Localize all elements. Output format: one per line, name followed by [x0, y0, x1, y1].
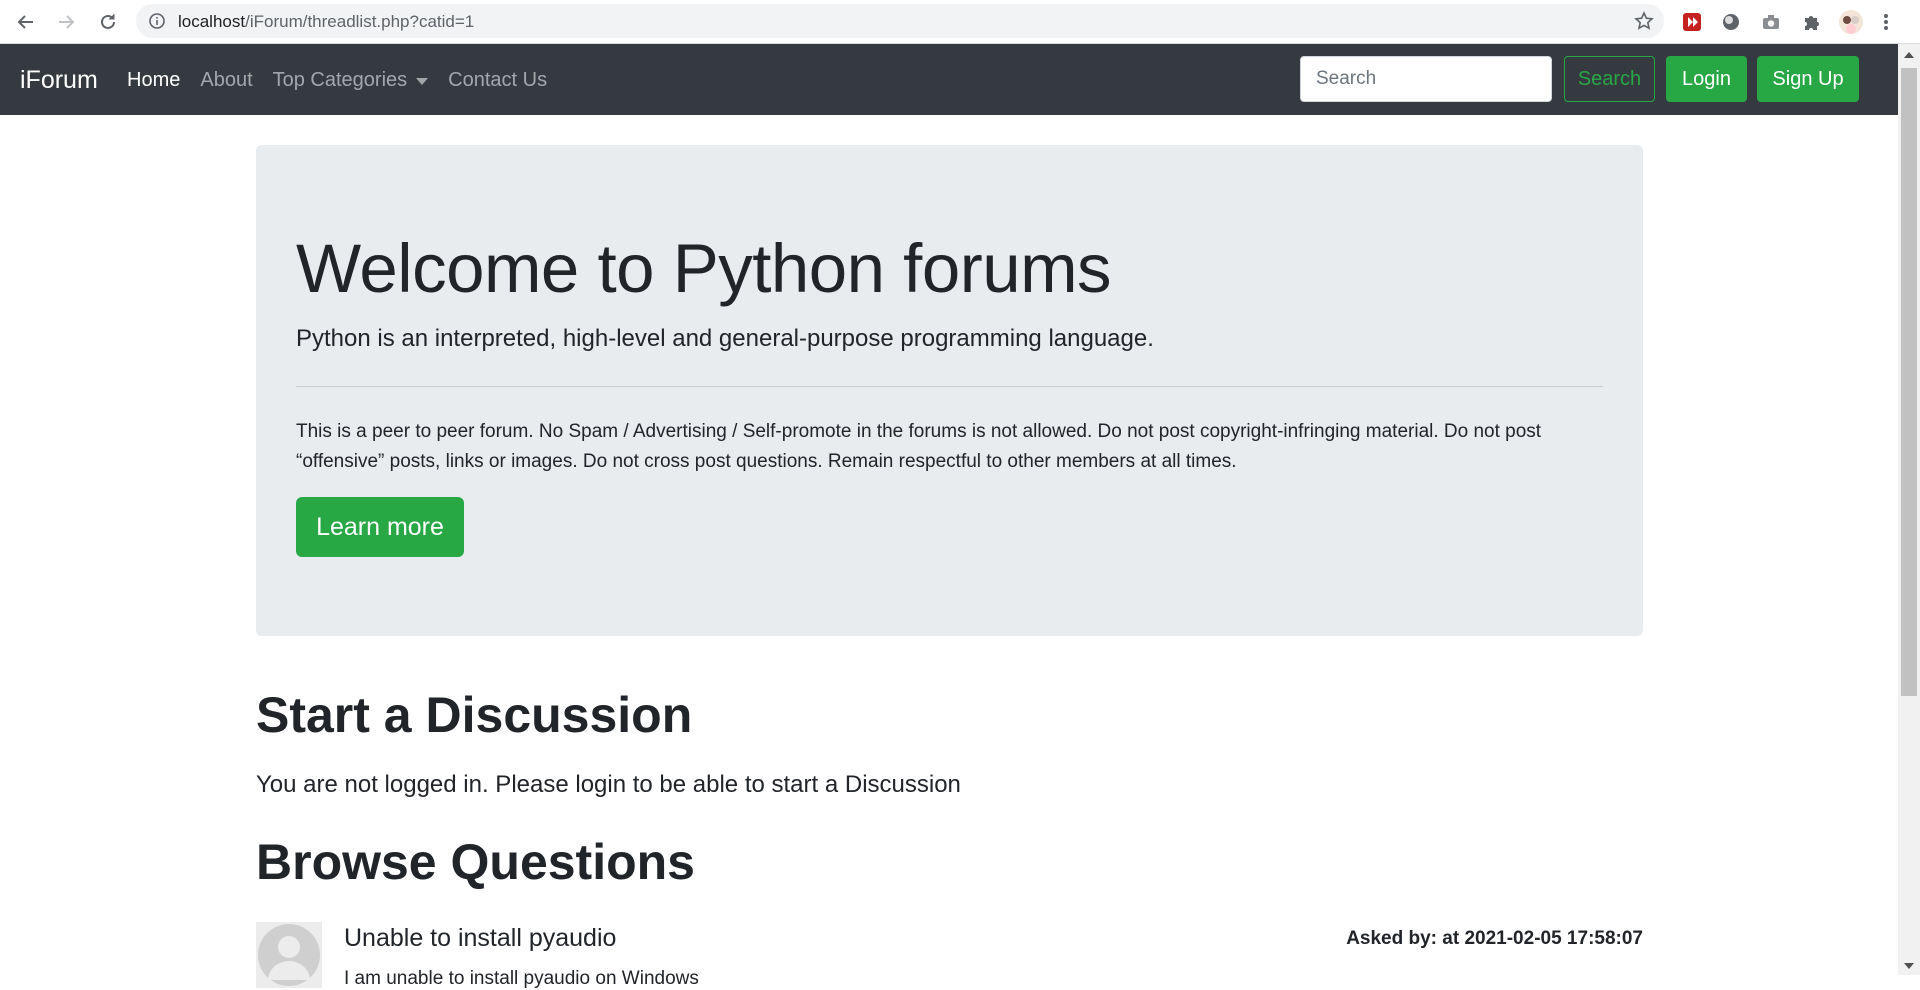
back-arrow-icon[interactable]	[12, 8, 40, 36]
page-scrollbar[interactable]	[1898, 44, 1920, 975]
nav-home[interactable]: Home	[127, 69, 180, 92]
search-button[interactable]: Search	[1564, 56, 1655, 102]
profile-avatar-icon[interactable]	[1838, 9, 1864, 35]
jumbotron-lead: Python is an interpreted, high-level and…	[296, 325, 1154, 352]
info-icon[interactable]	[148, 12, 166, 30]
caret-down-icon	[416, 78, 429, 85]
nav-about[interactable]: About	[200, 69, 252, 92]
question-title-link[interactable]: Unable to install pyaudio	[344, 924, 616, 953]
puzzle-extensions-icon[interactable]	[1798, 9, 1824, 35]
start-discussion-heading: Start a Discussion	[256, 687, 693, 743]
site-navbar: iForum Home About Top Categories Contact…	[0, 44, 1898, 115]
search-input[interactable]	[1300, 56, 1552, 102]
nav-top-categories-label: Top Categories	[272, 69, 408, 91]
divider	[296, 386, 1603, 387]
forward-arrow-icon[interactable]	[52, 8, 80, 36]
question-meta: Asked by: at 2021-02-05 17:58:07	[1346, 928, 1643, 949]
kebab-menu-icon[interactable]	[1879, 9, 1893, 35]
scroll-thumb[interactable]	[1901, 68, 1917, 696]
media-extension-icon[interactable]	[1679, 9, 1705, 35]
welcome-jumbotron: Welcome to Python forums Python is an in…	[256, 145, 1643, 636]
scroll-up-arrow-icon[interactable]	[1904, 52, 1914, 58]
brand-logo[interactable]: iForum	[20, 66, 98, 95]
nav-top-categories[interactable]: Top Categories	[273, 69, 429, 92]
circle-extension-icon[interactable]	[1718, 9, 1744, 35]
signup-button[interactable]: Sign Up	[1757, 56, 1859, 102]
learn-more-button[interactable]: Learn more	[296, 497, 464, 557]
camera-icon[interactable]	[1758, 9, 1784, 35]
scroll-down-arrow-icon[interactable]	[1904, 963, 1914, 969]
login-button[interactable]: Login	[1666, 56, 1747, 102]
question-item: Unable to install pyaudio Asked by: at 2…	[256, 922, 1643, 989]
jumbotron-title: Welcome to Python forums	[296, 230, 1112, 307]
address-bar[interactable]: localhost/iForum/threadlist.php?catid=1	[136, 4, 1664, 38]
browser-toolbar: localhost/iForum/threadlist.php?catid=1	[0, 0, 1920, 44]
forum-rules: This is a peer to peer forum. No Spam / …	[296, 421, 1542, 472]
login-required-message: You are not logged in. Please login to b…	[256, 771, 961, 798]
user-avatar-icon	[256, 922, 322, 988]
browse-questions-heading: Browse Questions	[256, 834, 695, 890]
question-description: I am unable to install pyaudio on Window…	[344, 968, 699, 989]
reload-icon[interactable]	[94, 8, 122, 36]
url-text: localhost/iForum/threadlist.php?catid=1	[178, 12, 475, 31]
bookmark-star-icon[interactable]	[1634, 11, 1654, 31]
nav-links: Home About Top Categories Contact Us	[127, 69, 567, 92]
nav-contact[interactable]: Contact Us	[448, 69, 547, 92]
